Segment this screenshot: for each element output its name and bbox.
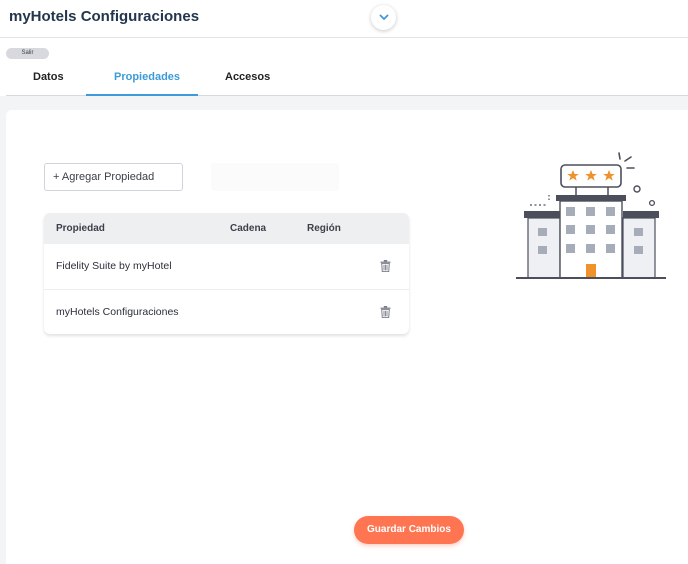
- tab-datos[interactable]: Datos: [33, 71, 64, 83]
- hotel-three-stars-icon: [516, 152, 666, 279]
- tab-propiedades[interactable]: Propiedades: [114, 71, 180, 83]
- app-title: myHotels Configuraciones: [9, 8, 200, 25]
- save-changes-button[interactable]: Guardar Cambios: [354, 516, 464, 544]
- secondary-action-button: [211, 163, 339, 191]
- property-name: Fidelity Suite by myHotel: [56, 260, 172, 272]
- collapse-button[interactable]: [371, 5, 396, 30]
- column-header-property: Propiedad: [56, 223, 105, 234]
- column-header-chain: Cadena: [230, 223, 267, 234]
- exit-button[interactable]: Salir: [6, 48, 49, 59]
- column-header-region: Región: [307, 223, 341, 234]
- property-name: myHotels Configuraciones: [56, 306, 179, 318]
- active-tab-indicator: [86, 94, 198, 96]
- properties-table: Propiedad Cadena Región Fidelity Suite b…: [44, 213, 409, 334]
- top-bar: myHotels Configuraciones: [0, 0, 688, 38]
- chevron-down-icon: [379, 14, 388, 20]
- add-property-button[interactable]: + Agregar Propiedad: [44, 163, 183, 191]
- trash-icon[interactable]: [380, 260, 391, 272]
- table-row: Fidelity Suite by myHotel: [44, 244, 409, 289]
- tabs-bar: Salir Datos Propiedades Accesos: [0, 38, 688, 96]
- table-header: Propiedad Cadena Región: [44, 213, 409, 244]
- table-row: myHotels Configuraciones: [44, 289, 409, 334]
- tab-accesos[interactable]: Accesos: [225, 71, 270, 83]
- trash-icon[interactable]: [380, 306, 391, 318]
